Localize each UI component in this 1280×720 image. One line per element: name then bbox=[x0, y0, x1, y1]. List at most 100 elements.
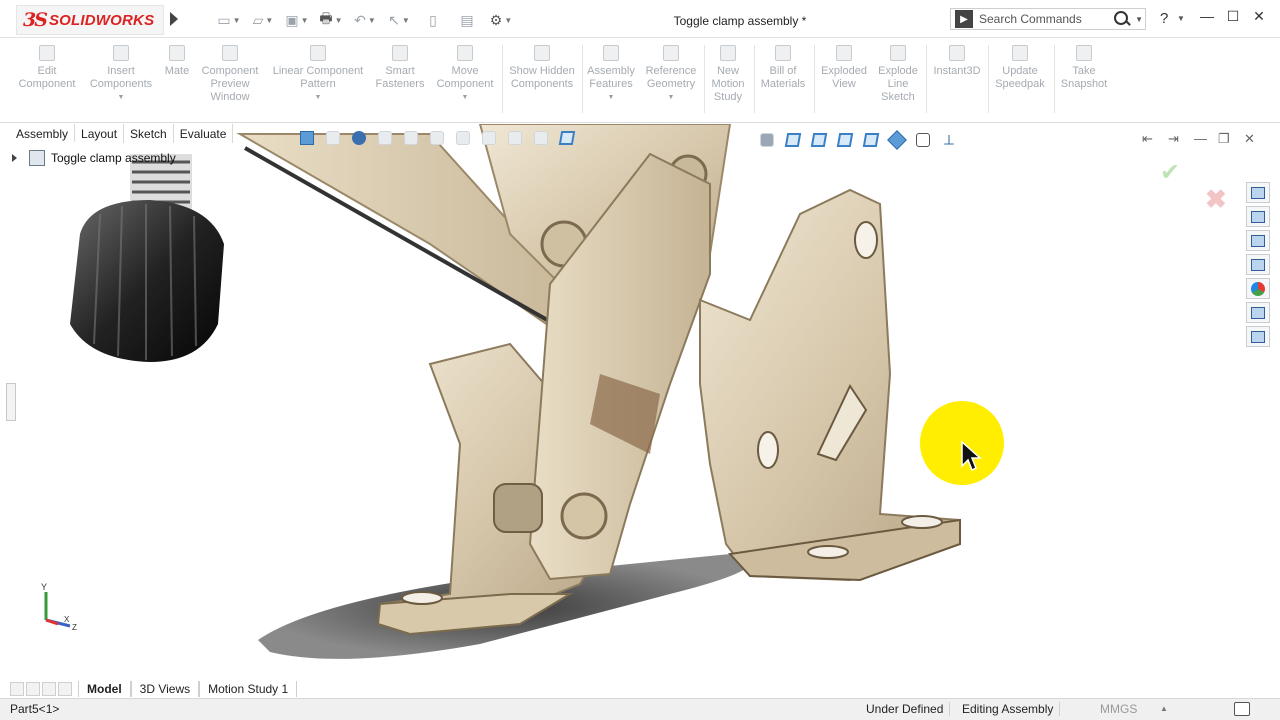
ribbon-separator bbox=[502, 45, 503, 113]
viewport-restore-icon[interactable]: ❐ bbox=[1218, 131, 1230, 147]
back-view-icon[interactable] bbox=[808, 130, 830, 150]
solidworks-logo[interactable]: 3S SOLIDWORKS bbox=[16, 5, 164, 35]
instant3d-button[interactable]: Instant3D bbox=[928, 45, 986, 78]
explode-line-sketch-button[interactable]: Explode Line Sketch bbox=[874, 45, 922, 104]
expand-arrow-icon[interactable] bbox=[12, 154, 17, 162]
display-style-icon[interactable] bbox=[426, 128, 448, 148]
show-hidden-components-button[interactable]: Show Hidden Components bbox=[506, 45, 578, 91]
viewport-next-icon[interactable]: ⇥ bbox=[1168, 131, 1179, 147]
help-dropdown-icon[interactable]: ▼ bbox=[1177, 14, 1185, 23]
panel-collapse-grip[interactable] bbox=[6, 383, 16, 421]
new-motion-study-button[interactable]: New Motion Study bbox=[706, 45, 750, 104]
move-component-label: Move Component bbox=[436, 65, 494, 90]
tab-evaluate[interactable]: Evaluate bbox=[174, 124, 234, 143]
dynamic-annotation-icon[interactable] bbox=[374, 128, 396, 148]
tab-assembly[interactable]: Assembly bbox=[10, 124, 76, 143]
viewport-close-icon[interactable]: ✕ bbox=[1244, 131, 1255, 147]
insert-components-button[interactable]: Insert Components ▼ bbox=[86, 45, 156, 104]
right-view-icon[interactable] bbox=[860, 130, 882, 150]
edit-appearance-icon[interactable] bbox=[478, 128, 500, 148]
custom-properties-icon[interactable] bbox=[1246, 302, 1270, 323]
viewport-prev-icon[interactable]: ⇤ bbox=[1142, 131, 1153, 147]
menu-expand-icon[interactable] bbox=[170, 12, 178, 26]
explode-line-sketch-label: Explode Line Sketch bbox=[878, 65, 918, 103]
unit-dropdown-icon[interactable]: ▲ bbox=[1160, 704, 1168, 713]
reference-geometry-label: Reference Geometry bbox=[645, 65, 697, 90]
zoom-to-fit-icon[interactable] bbox=[296, 128, 318, 148]
motion-study-icon bbox=[720, 45, 736, 61]
open-document-icon[interactable]: ▱ ▼ bbox=[248, 10, 278, 30]
minimize-icon[interactable]: — bbox=[1198, 8, 1216, 26]
print-icon[interactable]: 🖶 ▼ bbox=[316, 10, 346, 30]
exploded-view-button[interactable]: Exploded View bbox=[816, 45, 872, 91]
four-view-icon[interactable] bbox=[912, 130, 934, 150]
file-properties-icon[interactable]: ▤ bbox=[452, 10, 482, 30]
smart-fasteners-button[interactable]: Smart Fasteners bbox=[370, 45, 430, 91]
home-icon[interactable] bbox=[1246, 182, 1270, 203]
view-orientation-icon[interactable] bbox=[400, 128, 422, 148]
tab-3d-views[interactable]: 3D Views bbox=[130, 681, 200, 697]
design-library-icon[interactable] bbox=[1246, 206, 1270, 227]
confirm-check-icon[interactable]: ✔ bbox=[1160, 158, 1180, 187]
search-dropdown-icon[interactable]: ▼ bbox=[1135, 15, 1143, 24]
tab-layout[interactable]: Layout bbox=[75, 124, 125, 143]
view-settings-icon[interactable] bbox=[530, 128, 552, 148]
isometric-view-icon[interactable] bbox=[886, 130, 908, 150]
cancel-x-icon[interactable]: ✖ bbox=[1205, 184, 1227, 215]
normal-to-icon[interactable]: ⟂ bbox=[938, 130, 960, 150]
rebuild-icon[interactable]: ▯ bbox=[418, 10, 448, 30]
appearances-icon[interactable] bbox=[1246, 278, 1270, 299]
show-hidden-label: Show Hidden Components bbox=[509, 65, 575, 90]
scroll-first-icon[interactable] bbox=[10, 682, 24, 696]
tab-motion-study[interactable]: Motion Study 1 bbox=[199, 681, 298, 697]
tab-sketch[interactable]: Sketch bbox=[124, 124, 174, 143]
forum-icon[interactable] bbox=[1246, 326, 1270, 347]
front-view-icon[interactable] bbox=[782, 130, 804, 150]
update-speedpak-button[interactable]: Update Speedpak bbox=[990, 45, 1050, 91]
file-explorer-icon[interactable] bbox=[1246, 230, 1270, 251]
maximize-icon[interactable]: ☐ bbox=[1224, 8, 1242, 26]
rotate-view-icon[interactable] bbox=[556, 128, 578, 148]
unit-system[interactable]: MMGS bbox=[1100, 702, 1137, 716]
take-snapshot-button[interactable]: Take Snapshot bbox=[1056, 45, 1112, 91]
smart-fasteners-icon bbox=[392, 45, 408, 61]
scroll-prev-icon[interactable] bbox=[26, 682, 40, 696]
hide-show-icon[interactable] bbox=[452, 128, 474, 148]
help-icon[interactable]: ? bbox=[1160, 10, 1168, 27]
new-document-icon[interactable]: ▭ ▼ bbox=[214, 10, 244, 30]
undo-icon[interactable]: ↶ ▼ bbox=[350, 10, 380, 30]
left-view-icon[interactable] bbox=[834, 130, 856, 150]
view-palette-icon[interactable] bbox=[1246, 254, 1270, 275]
viewport-minimize-icon[interactable]: — bbox=[1194, 131, 1207, 146]
scroll-next-icon[interactable] bbox=[42, 682, 56, 696]
search-icon[interactable] bbox=[1113, 10, 1131, 28]
mate-label: Mate bbox=[164, 65, 190, 77]
move-component-button[interactable]: Move Component ▼ bbox=[432, 45, 498, 104]
apply-scene-icon[interactable] bbox=[504, 128, 526, 148]
tab-model[interactable]: Model bbox=[78, 681, 131, 697]
search-commands-box[interactable]: ▶ Search Commands ▼ bbox=[950, 8, 1146, 30]
zoom-area-icon[interactable] bbox=[322, 128, 344, 148]
section-view-icon[interactable] bbox=[348, 128, 370, 148]
insert-components-icon bbox=[113, 45, 129, 61]
monitor-icon[interactable] bbox=[756, 130, 778, 150]
component-preview-window-button[interactable]: Component Preview Window bbox=[196, 45, 264, 104]
tree-root-label[interactable]: Toggle clamp assembly bbox=[51, 151, 176, 165]
linear-component-pattern-button[interactable]: Linear Component Pattern ▼ bbox=[268, 45, 368, 104]
options-gear-icon[interactable]: ⚙ ▼ bbox=[486, 10, 516, 30]
select-icon[interactable]: ↖ ▼ bbox=[384, 10, 414, 30]
bottom-tabs: Model 3D Views Motion Study 1 bbox=[10, 680, 1280, 698]
bill-of-materials-button[interactable]: Bill of Materials bbox=[756, 45, 810, 91]
instant3d-icon bbox=[949, 45, 965, 61]
close-icon[interactable]: ✕ bbox=[1250, 8, 1268, 26]
reference-geometry-button[interactable]: Reference Geometry ▼ bbox=[642, 45, 700, 104]
assembly-features-button[interactable]: Assembly Features ▼ bbox=[584, 45, 638, 104]
save-icon[interactable]: ▣ ▼ bbox=[282, 10, 312, 30]
take-snapshot-label: Take Snapshot bbox=[1060, 65, 1108, 90]
scroll-last-icon[interactable] bbox=[58, 682, 72, 696]
edit-component-button[interactable]: Edit Component bbox=[14, 45, 80, 91]
graphics-area[interactable] bbox=[10, 124, 1280, 680]
search-input[interactable]: Search Commands bbox=[979, 12, 1113, 26]
mate-button[interactable]: Mate bbox=[158, 45, 196, 78]
chat-bubble-icon[interactable] bbox=[1234, 702, 1250, 716]
